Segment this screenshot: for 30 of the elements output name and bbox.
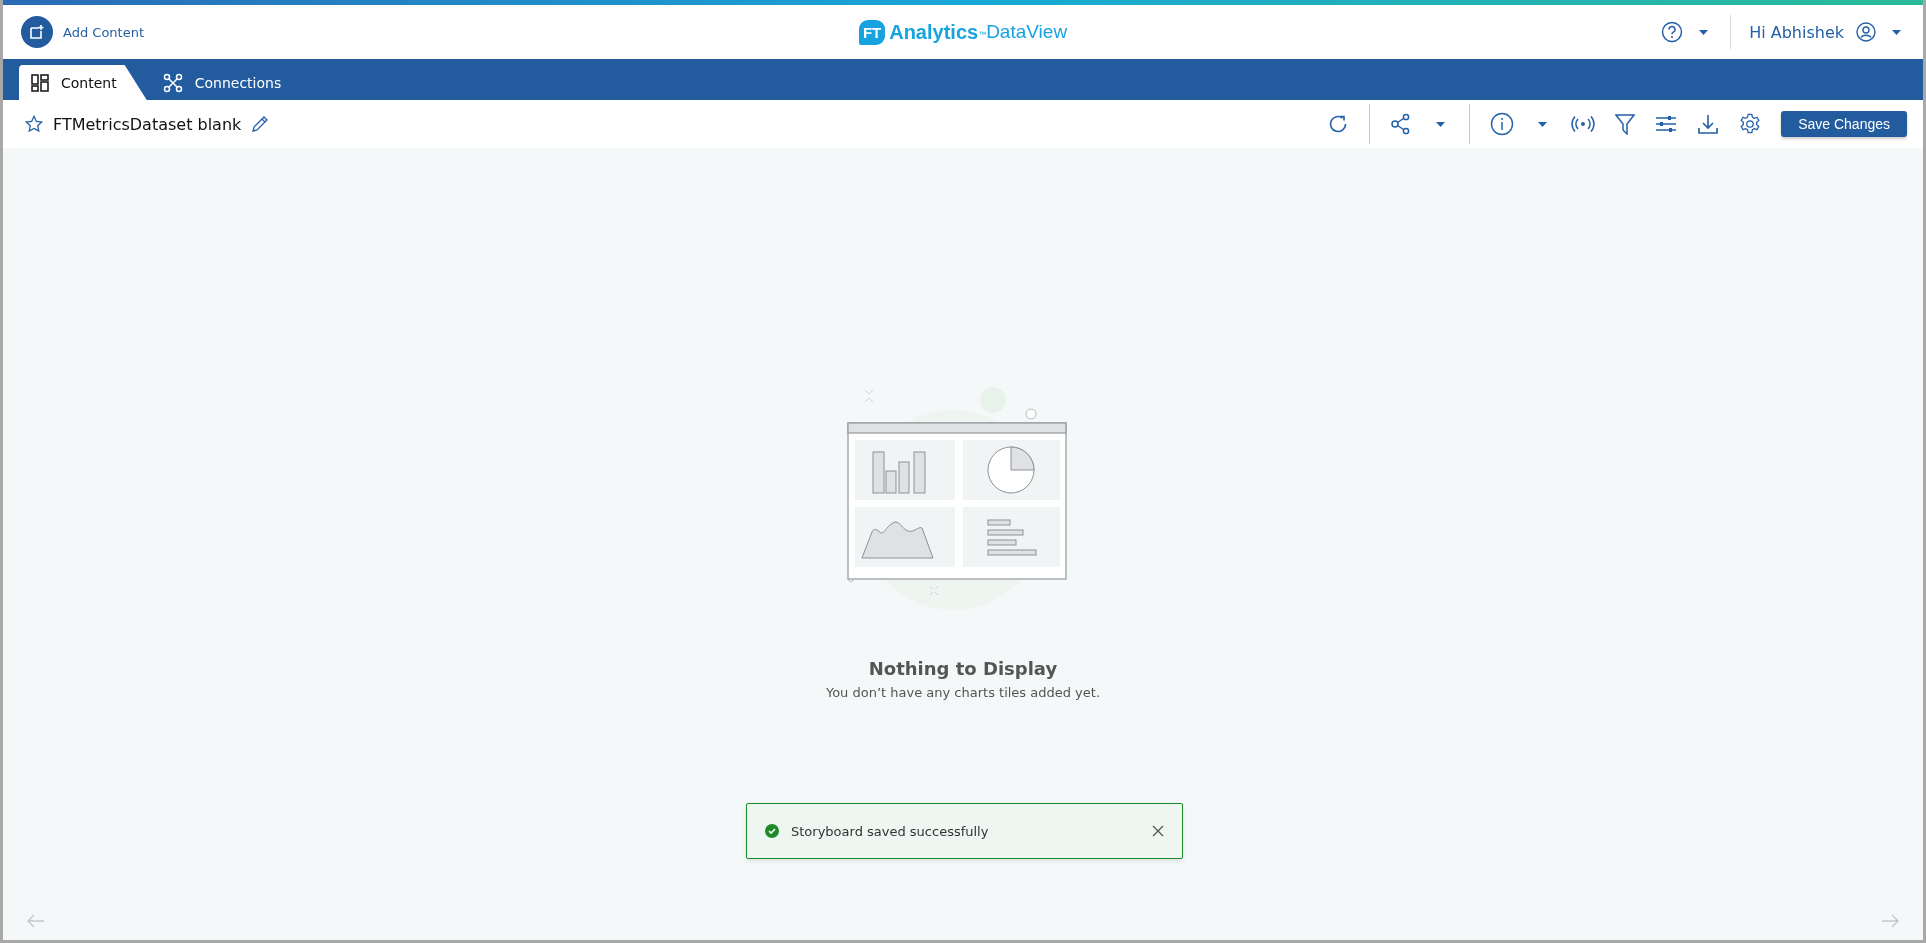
caret-icon[interactable] <box>1538 121 1548 127</box>
toast-message: Storyboard saved successfully <box>791 823 990 839</box>
tab[interactable]: Content <box>19 65 147 100</box>
settings-icon[interactable] <box>1739 113 1762 135</box>
star-icon[interactable] <box>25 115 43 133</box>
broadcast-icon[interactable] <box>1571 115 1596 133</box>
empty-state-message: You don’t have any charts tiles added yet. <box>825 685 1101 700</box>
empty-state-title: Nothing to Display <box>868 658 1058 679</box>
add-content-button[interactable] <box>21 16 53 48</box>
caret-icon[interactable] <box>1892 29 1901 35</box>
caret-icon[interactable] <box>1436 121 1446 127</box>
info-icon[interactable] <box>1490 112 1515 136</box>
save-changes-button[interactable]: Save Changes <box>1781 111 1907 137</box>
tab[interactable]: Connections <box>150 65 304 100</box>
pencil-icon[interactable] <box>251 115 270 133</box>
add-content-label[interactable]: Add Content <box>63 24 144 40</box>
caret-icon[interactable] <box>1699 29 1709 35</box>
grid-icon <box>31 73 49 92</box>
close-icon[interactable] <box>1152 825 1164 837</box>
filter-icon[interactable] <box>1615 113 1636 135</box>
network-icon <box>162 72 183 93</box>
storyboard-title: FTMetricsDataset blank <box>53 114 242 134</box>
check-circle-icon <box>765 824 779 838</box>
sliders-icon[interactable] <box>1655 114 1678 134</box>
user-greeting[interactable]: Hi Abhishek <box>1749 22 1844 42</box>
add-icon <box>29 24 45 40</box>
user-icon[interactable] <box>1856 22 1876 42</box>
download-icon[interactable] <box>1697 113 1720 135</box>
help-icon[interactable] <box>1661 21 1684 43</box>
logo: FT Analytics™DataView <box>858 19 1068 45</box>
